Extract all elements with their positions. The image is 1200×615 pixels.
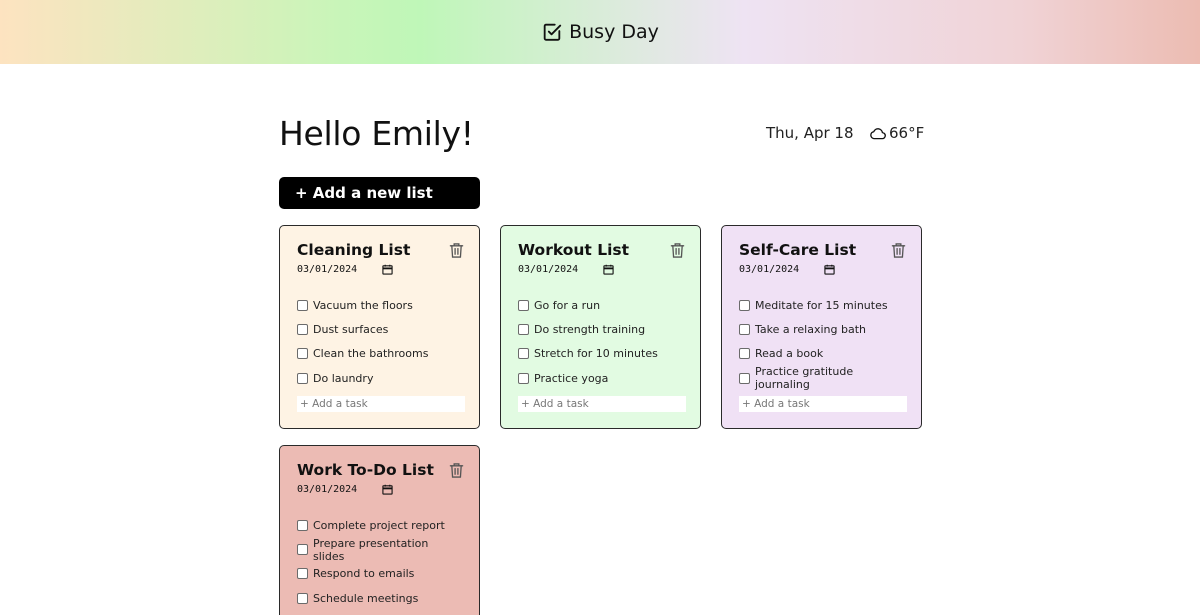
task-checkbox[interactable] (739, 372, 750, 384)
greeting: Hello Emily! (279, 114, 474, 153)
list-date-value: 03/01/2024 (297, 263, 358, 275)
task-list: Go for a run Do strength training Stretc… (518, 293, 684, 391)
task-checkbox[interactable] (739, 348, 750, 360)
task-checkbox[interactable] (297, 299, 308, 311)
calendar-icon[interactable] (382, 484, 393, 495)
list-date-value: 03/01/2024 (739, 263, 800, 275)
list-title: Workout List (518, 241, 630, 259)
task-label: Practice yoga (534, 371, 609, 385)
task-label: Prepare presentation slides (313, 536, 429, 563)
task-item: Prepare presentation slides (297, 536, 463, 563)
task-item: Schedule meetings (297, 586, 463, 610)
task-checkbox[interactable] (297, 348, 308, 360)
list-date-field[interactable]: 03/01/2024 (518, 262, 684, 276)
task-checkbox[interactable] (297, 544, 308, 556)
task-item: Practice yoga (518, 366, 684, 390)
task-item: Vacuum the floors (297, 293, 463, 317)
task-label: Meditate for 15 minutes (755, 298, 888, 312)
weather: 66°F (869, 124, 924, 142)
task-item: Do strength training (518, 317, 684, 341)
task-item: Complete project report (297, 513, 463, 537)
list-title: Self-Care List (739, 241, 857, 259)
app-title: Busy Day (569, 21, 659, 43)
task-item: Stretch for 10 minutes (518, 342, 684, 366)
list-date-value: 03/01/2024 (297, 483, 358, 495)
greeting-row: Hello Emily! Thu, Apr 18 66°F (279, 114, 924, 154)
current-date: Thu, Apr 18 (766, 124, 854, 142)
task-label: Dust surfaces (313, 323, 389, 337)
task-label: Complete project report (313, 518, 445, 532)
list-title: Cleaning List (297, 241, 411, 259)
task-list: Complete project report Prepare presenta… (297, 513, 463, 611)
trash-icon[interactable] (449, 462, 464, 479)
task-label: Take a relaxing bath (755, 323, 866, 337)
add-task-input[interactable] (739, 396, 907, 412)
cloud-icon (870, 128, 886, 140)
calendar-icon[interactable] (603, 264, 614, 275)
top-bar: Busy Day (0, 0, 1200, 64)
task-checkbox[interactable] (297, 519, 308, 531)
task-label: Respond to emails (313, 567, 415, 581)
task-list: Meditate for 15 minutes Take a relaxing … (739, 293, 905, 391)
task-checkbox[interactable] (518, 348, 529, 360)
list-card-work-to-do: Work To-Do List 03/01/2024 Complete proj… (279, 445, 480, 615)
task-label: Clean the bathrooms (313, 347, 429, 361)
task-label: Stretch for 10 minutes (534, 347, 658, 361)
task-checkbox[interactable] (739, 324, 750, 336)
list-card-cleaning: Cleaning List 03/01/2024 Vacuum the floo… (279, 225, 480, 429)
list-card-workout: Workout List 03/01/2024 Go for a run Do … (500, 225, 701, 429)
task-checkbox[interactable] (739, 299, 750, 311)
list-date-field[interactable]: 03/01/2024 (297, 482, 463, 496)
task-item: Go for a run (518, 293, 684, 317)
task-label: Do strength training (534, 323, 646, 337)
task-checkbox[interactable] (297, 324, 308, 336)
trash-icon[interactable] (449, 242, 464, 259)
list-date-field[interactable]: 03/01/2024 (739, 262, 905, 276)
task-item: Practice gratitude journaling (739, 365, 905, 392)
trash-icon[interactable] (670, 242, 685, 259)
add-task-input[interactable] (297, 396, 465, 412)
task-checkbox[interactable] (518, 324, 529, 336)
task-item: Dust surfaces (297, 317, 463, 341)
temperature: 66°F (889, 124, 925, 142)
calendar-icon[interactable] (824, 264, 835, 275)
add-new-list-button[interactable]: + Add a new list (279, 177, 480, 209)
task-checkbox[interactable] (518, 372, 529, 384)
list-title: Work To-Do List (297, 461, 434, 479)
task-item: Meditate for 15 minutes (739, 293, 905, 317)
task-checkbox[interactable] (297, 372, 308, 384)
task-label: Practice gratitude journaling (755, 365, 854, 392)
task-label: Schedule meetings (313, 591, 419, 605)
task-item: Clean the bathrooms (297, 342, 463, 366)
calendar-icon[interactable] (382, 264, 393, 275)
list-date-field[interactable]: 03/01/2024 (297, 262, 463, 276)
checkbox-logo-icon (543, 23, 562, 41)
task-checkbox[interactable] (297, 592, 308, 604)
task-label: Vacuum the floors (313, 298, 413, 312)
task-label: Do laundry (313, 371, 374, 385)
task-item: Respond to emails (297, 562, 463, 586)
task-list: Vacuum the floors Dust surfaces Clean th… (297, 293, 463, 391)
task-item: Take a relaxing bath (739, 317, 905, 341)
list-date-value: 03/01/2024 (518, 263, 579, 275)
task-item: Do laundry (297, 366, 463, 390)
task-label: Go for a run (534, 298, 601, 312)
task-checkbox[interactable] (297, 568, 308, 580)
task-item: Read a book (739, 342, 905, 366)
list-card-self-care: Self-Care List 03/01/2024 Meditate for 1… (721, 225, 922, 429)
task-label: Read a book (755, 347, 824, 361)
add-task-input[interactable] (518, 396, 686, 412)
trash-icon[interactable] (891, 242, 906, 259)
task-checkbox[interactable] (518, 299, 529, 311)
